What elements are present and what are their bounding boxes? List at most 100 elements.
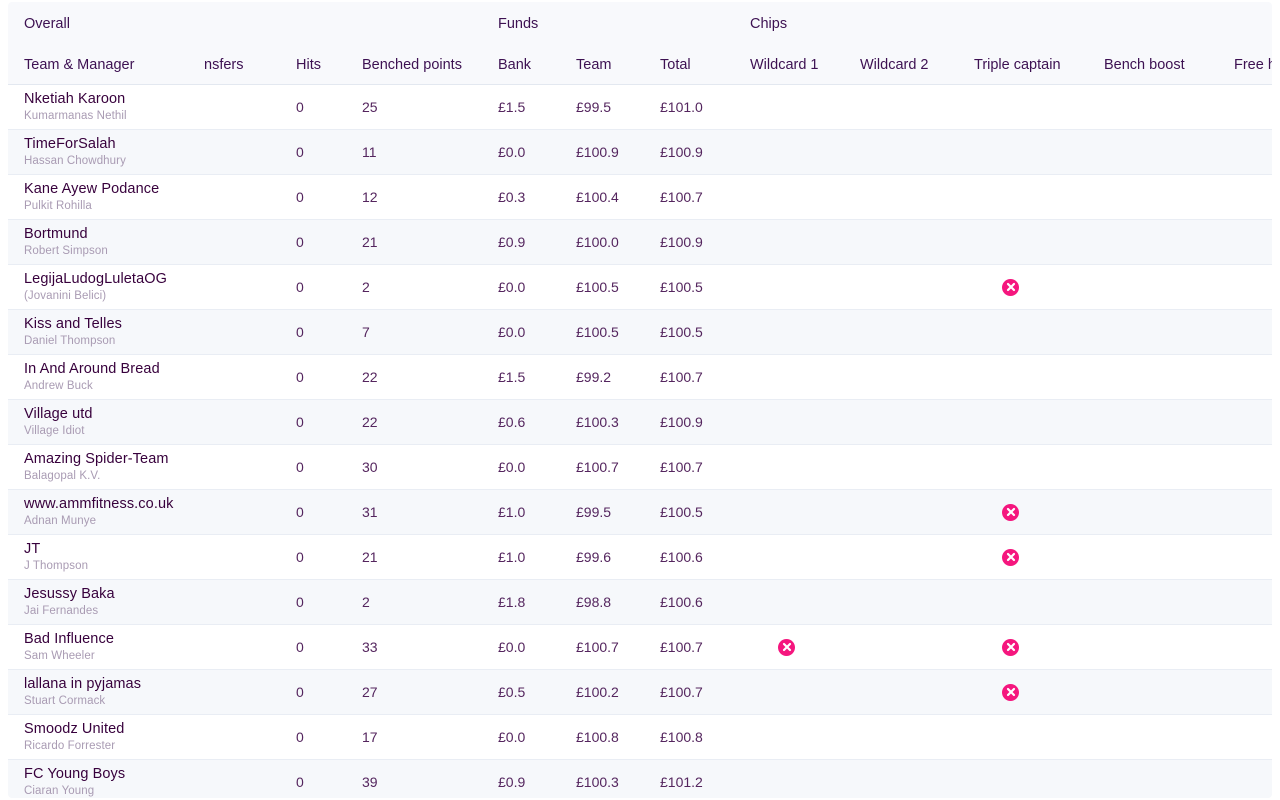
team-value-cell: £100.7 [570,444,654,490]
team-value-cell: £100.9 [570,129,654,175]
team-value-cell: £98.8 [570,579,654,625]
table-row[interactable]: TimeForSalah Hassan Chowdhury 0 11 £0.0 £100.… [8,129,1272,175]
team-name[interactable]: Nketiah Karoon [24,91,198,107]
team-value-cell: £100.2 [570,669,654,715]
transfers-cell [198,534,290,580]
team-name[interactable]: Village utd [24,406,198,422]
team-manager-cell[interactable]: Bortmund Robert Simpson [8,219,198,265]
total-cell: £100.9 [654,399,744,445]
column-header-free-hit[interactable]: Free hit [1228,46,1272,85]
column-header-bank[interactable]: Bank [492,46,570,85]
table-row[interactable]: In And Around Bread Andrew Buck 0 22 £1.5 £99… [8,354,1272,400]
wildcard-1-cell [744,264,854,310]
benched-points-cell: 22 [356,399,492,445]
wildcard-2-cell [854,84,968,130]
hits-cell: 0 [290,84,356,130]
hits-cell: 0 [290,714,356,760]
hits-cell: 0 [290,444,356,490]
table-row[interactable]: JT J Thompson 0 21 £1.0 £99.6 £100.6 [8,534,1272,580]
bank-cell: £0.0 [492,444,570,490]
team-value-cell: £99.6 [570,534,654,580]
transfers-cell [198,714,290,760]
table-row[interactable]: Amazing Spider-Team Balagopal K.V. 0 30 £0.0… [8,444,1272,490]
team-manager-cell[interactable]: Nketiah Karoon Kumarmanas Nethil [8,84,198,130]
table-row[interactable]: FC Young Boys Ciaran Young 0 39 £0.9 £100.3 £1… [8,759,1272,798]
cross-circle-icon[interactable] [1002,278,1019,296]
team-manager-cell[interactable]: Kane Ayew Podance Pulkit Rohilla [8,174,198,220]
team-manager-cell[interactable]: FC Young Boys Ciaran Young [8,759,198,798]
column-header-team-value[interactable]: Team [570,46,654,85]
team-name[interactable]: FC Young Boys [24,766,198,782]
team-value-cell: £100.3 [570,399,654,445]
free-hit-cell [1228,219,1272,265]
table-row[interactable]: Jesussy Baka Jai Fernandes 0 2 £1.8 £98.8 £100… [8,579,1272,625]
cross-circle-icon[interactable] [1002,548,1019,566]
manager-name: Kumarmanas Nethil [24,109,127,122]
team-name[interactable]: Jesussy Baka [24,586,198,602]
column-header-wildcard-1[interactable]: Wildcard 1 [744,46,854,85]
table-row[interactable]: lallana in pyjamas Stuart Cormack 0 27 £0.5 £… [8,669,1272,715]
team-name[interactable]: TimeForSalah [24,136,198,152]
team-manager-cell[interactable]: Amazing Spider-Team Balagopal K.V. [8,444,198,490]
hits-cell: 0 [290,759,356,798]
team-manager-cell[interactable]: Kiss and Telles Daniel Thompson [8,309,198,355]
table-row[interactable]: Nketiah Karoon Kumarmanas Nethil 0 25 £1.5 £9… [8,84,1272,130]
team-name[interactable]: Bortmund [24,226,198,242]
hits-cell: 0 [290,489,356,535]
bank-cell: £0.0 [492,624,570,670]
team-manager-cell[interactable]: Jesussy Baka Jai Fernandes [8,579,198,625]
table-row[interactable]: Village utd Village Idiot 0 22 £0.6 £100.3 £10… [8,399,1272,445]
team-name[interactable]: www.ammfitness.co.uk [24,496,198,512]
manager-name: Jai Fernandes [24,604,99,617]
team-manager-cell[interactable]: Smoodz United Ricardo Forrester [8,714,198,760]
team-name[interactable]: LegijaLudogLuletaOG [24,271,198,287]
team-manager-cell[interactable]: Bad Influence Sam Wheeler [8,624,198,670]
bank-cell: £1.8 [492,579,570,625]
manager-name: Stuart Cormack [24,694,106,707]
column-header-row: Team & Manager nsfers Hits Benched point… [8,46,1272,85]
table-row[interactable]: LegijaLudogLuletaOG (Jovanini Belici) 0 2 £0… [8,264,1272,310]
column-header-triple-captain[interactable]: Triple captain [968,46,1098,85]
table-row[interactable]: Smoodz United Ricardo Forrester 0 17 £0.0 £10… [8,714,1272,760]
table-row[interactable]: www.ammfitness.co.uk Adnan Munye 0 31 £1.0 £9… [8,489,1272,535]
wildcard-2-cell [854,579,968,625]
team-name[interactable]: In And Around Bread [24,361,198,377]
bench-boost-cell [1098,759,1228,798]
group-header-funds: Funds [492,2,744,46]
cross-circle-icon[interactable] [778,638,795,656]
team-name[interactable]: Amazing Spider-Team [24,451,198,467]
table-row[interactable]: Kane Ayew Podance Pulkit Rohilla 0 12 £0.3 £1… [8,174,1272,220]
column-header-total[interactable]: Total [654,46,744,85]
column-header-transfers[interactable]: nsfers [198,46,290,85]
team-name[interactable]: lallana in pyjamas [24,676,198,692]
total-cell: £100.9 [654,129,744,175]
team-name[interactable]: Smoodz United [24,721,198,737]
team-name[interactable]: Kiss and Telles [24,316,198,332]
cross-circle-icon[interactable] [1002,503,1019,521]
cross-circle-icon[interactable] [1002,638,1019,656]
team-manager-cell[interactable]: www.ammfitness.co.uk Adnan Munye [8,489,198,535]
team-manager-cell[interactable]: LegijaLudogLuletaOG (Jovanini Belici) [8,264,198,310]
team-name[interactable]: Bad Influence [24,631,198,647]
column-header-hits[interactable]: Hits [290,46,356,85]
manager-name: Daniel Thompson [24,334,116,347]
team-manager-cell[interactable]: lallana in pyjamas Stuart Cormack [8,669,198,715]
standings-table-container[interactable]: Overall Funds Chips Team & Manager nsfer… [8,2,1272,798]
table-row[interactable]: Kiss and Telles Daniel Thompson 0 7 £0.0 £100… [8,309,1272,355]
table-row[interactable]: Bortmund Robert Simpson 0 21 £0.9 £100.0 £100.… [8,219,1272,265]
hits-cell: 0 [290,534,356,580]
cross-circle-icon[interactable] [1002,683,1019,701]
column-header-team-manager[interactable]: Team & Manager [8,46,198,85]
team-manager-cell[interactable]: In And Around Bread Andrew Buck [8,354,198,400]
wildcard-2-cell [854,174,968,220]
team-name[interactable]: Kane Ayew Podance [24,181,198,197]
team-manager-cell[interactable]: Village utd Village Idiot [8,399,198,445]
team-name[interactable]: JT [24,541,198,557]
team-manager-cell[interactable]: TimeForSalah Hassan Chowdhury [8,129,198,175]
wildcard-1-cell [744,669,854,715]
column-header-benched-points[interactable]: Benched points [356,46,492,85]
column-header-bench-boost[interactable]: Bench boost [1098,46,1228,85]
column-header-wildcard-2[interactable]: Wildcard 2 [854,46,968,85]
team-manager-cell[interactable]: JT J Thompson [8,534,198,580]
table-row[interactable]: Bad Influence Sam Wheeler 0 33 £0.0 £100.7 £10… [8,624,1272,670]
